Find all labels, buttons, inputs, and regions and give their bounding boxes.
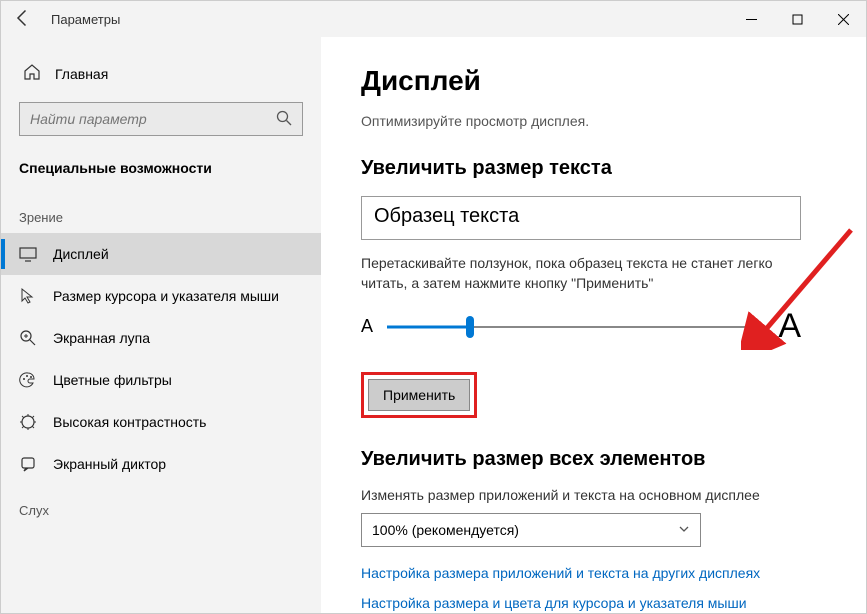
group-vision: Зрение — [1, 192, 321, 233]
small-a-label: A — [361, 316, 373, 337]
nav-display[interactable]: Дисплей — [1, 233, 321, 275]
nav-label: Размер курсора и указателя мыши — [53, 288, 279, 304]
nav-color-filters[interactable]: Цветные фильтры — [1, 359, 321, 401]
nav-cursor-size[interactable]: Размер курсора и указателя мыши — [1, 275, 321, 317]
close-button[interactable] — [820, 1, 866, 37]
home-link[interactable]: Главная — [1, 57, 321, 98]
search-input[interactable] — [30, 111, 276, 127]
home-icon — [23, 63, 41, 84]
link-other-displays[interactable]: Настройка размера приложений и текста на… — [361, 565, 826, 581]
chevron-down-icon — [678, 522, 690, 538]
link-cursor-settings[interactable]: Настройка размера и цвета для курсора и … — [361, 595, 826, 611]
nav-high-contrast[interactable]: Высокая контрастность — [1, 401, 321, 443]
text-size-slider-row: A A — [361, 307, 801, 346]
big-a-label: A — [778, 307, 801, 346]
magnifier-icon — [19, 329, 37, 347]
page-subtitle: Оптимизируйте просмотр дисплея. — [361, 113, 826, 129]
section-title: Специальные возможности — [1, 154, 321, 192]
nav-label: Высокая контрастность — [53, 414, 206, 430]
nav-magnifier[interactable]: Экранная лупа — [1, 317, 321, 359]
contrast-icon — [19, 413, 37, 431]
palette-icon — [19, 371, 37, 389]
nav-label: Цветные фильтры — [53, 372, 172, 388]
scale-label: Изменять размер приложений и текста на о… — [361, 487, 826, 503]
maximize-button[interactable] — [774, 1, 820, 37]
nav-label: Дисплей — [53, 246, 109, 262]
display-icon — [19, 245, 37, 263]
search-box[interactable] — [19, 102, 303, 136]
cursor-icon — [19, 287, 37, 305]
apply-highlight: Применить — [361, 372, 477, 418]
narrator-icon — [19, 455, 37, 473]
group-hearing: Слух — [1, 485, 321, 526]
apply-button[interactable]: Применить — [368, 379, 470, 411]
section-text-size: Увеличить размер текста — [361, 157, 826, 180]
content: Дисплей Оптимизируйте просмотр дисплея. … — [321, 37, 866, 613]
slider-hint: Перетаскивайте ползунок, пока образец те… — [361, 254, 801, 293]
scale-value: 100% (рекомендуется) — [372, 522, 519, 538]
slider-fill — [387, 325, 470, 328]
home-label: Главная — [55, 66, 108, 82]
sample-text-box: Образец текста — [361, 196, 801, 240]
scale-select[interactable]: 100% (рекомендуется) — [361, 513, 701, 547]
body: Главная Специальные возможности Зрение Д… — [1, 37, 866, 613]
text-size-slider[interactable] — [387, 317, 764, 337]
nav-narrator[interactable]: Экранный диктор — [1, 443, 321, 485]
minimize-button[interactable] — [728, 1, 774, 37]
window-controls — [728, 1, 866, 37]
slider-thumb[interactable] — [466, 316, 474, 338]
back-icon[interactable] — [13, 8, 33, 31]
section-scale-all: Увеличить размер всех элементов — [361, 448, 826, 471]
sidebar: Главная Специальные возможности Зрение Д… — [1, 37, 321, 613]
window-title: Параметры — [51, 12, 120, 27]
nav-label: Экранный диктор — [53, 456, 166, 472]
titlebar: Параметры — [1, 1, 866, 37]
search-icon — [276, 110, 292, 129]
nav-label: Экранная лупа — [53, 330, 150, 346]
page-heading: Дисплей — [361, 65, 826, 97]
